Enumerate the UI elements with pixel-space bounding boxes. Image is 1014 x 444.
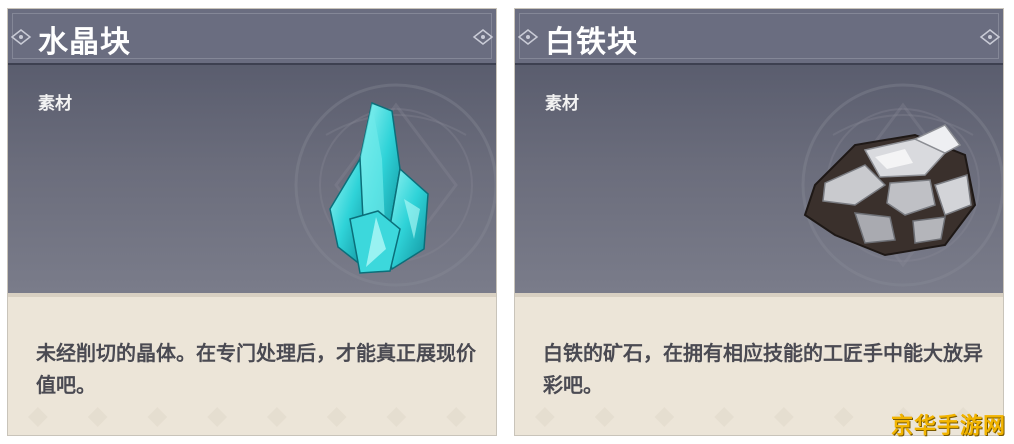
card-header: 白铁块 bbox=[515, 9, 1003, 65]
site-watermark: 京华手游网 bbox=[890, 414, 1006, 439]
item-card-crystal-chunk: 水晶块 素材 未经削切的晶体。在专门处理后，才能真正展现价值吧。 bbox=[7, 8, 497, 436]
white-iron-chunk-icon bbox=[803, 124, 977, 257]
ornament-right-icon bbox=[979, 29, 1001, 45]
item-description-panel: 未经削切的晶体。在专门处理后，才能真正展现价值吧。 bbox=[8, 293, 496, 435]
item-description: 白铁的矿石，在拥有相应技能的工匠手中能大放异彩吧。 bbox=[543, 341, 983, 397]
ornament-left-icon bbox=[10, 29, 32, 45]
item-art-panel: 素材 bbox=[8, 65, 496, 293]
item-title: 水晶块 bbox=[38, 25, 131, 60]
item-category: 素材 bbox=[38, 94, 72, 114]
card-header: 水晶块 bbox=[8, 9, 496, 65]
crystal-chunk-icon bbox=[329, 101, 429, 274]
item-title: 白铁块 bbox=[545, 25, 638, 60]
item-art-panel: 素材 bbox=[515, 65, 1003, 293]
item-category: 素材 bbox=[545, 94, 579, 114]
item-description: 未经削切的晶体。在专门处理后，才能真正展现价值吧。 bbox=[36, 341, 476, 397]
ornament-left-icon bbox=[517, 29, 539, 45]
ornament-right-icon bbox=[472, 29, 494, 45]
decorative-pattern bbox=[27, 407, 467, 427]
item-card-white-iron-chunk: 白铁块 素材 白铁的矿石，在拥有相应技能的工匠手中能大放异彩吧。 bbox=[514, 8, 1004, 436]
